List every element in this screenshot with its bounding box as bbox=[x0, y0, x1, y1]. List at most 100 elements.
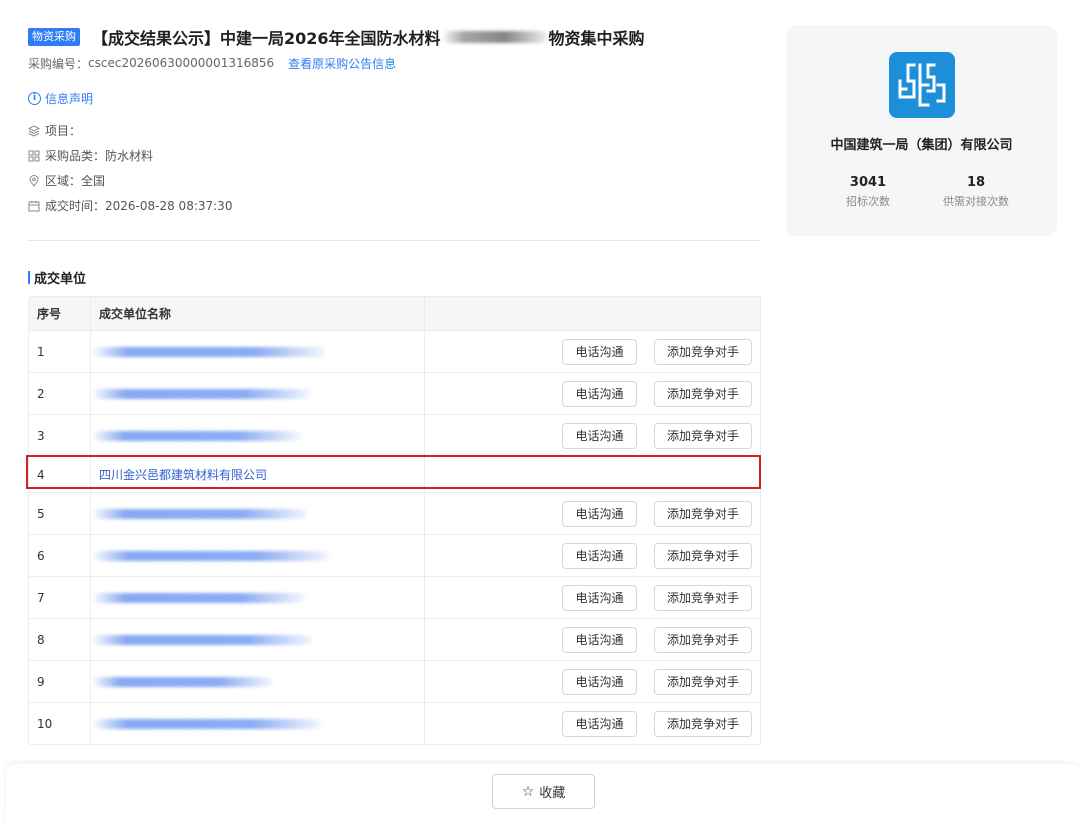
table-row: 10 电话沟通 添加竞争对手 bbox=[29, 703, 760, 744]
add-competitor-button[interactable]: 添加竞争对手 bbox=[654, 584, 752, 611]
row-index: 10 bbox=[29, 703, 91, 744]
attr-region: 区域：全国 bbox=[28, 168, 232, 193]
attr-category-text: 采购品类：防水材料 bbox=[45, 149, 154, 163]
location-pin-icon bbox=[29, 174, 39, 187]
favorite-label: 收藏 bbox=[539, 786, 566, 801]
call-button[interactable]: 电话沟通 bbox=[562, 626, 637, 653]
row-index: 1 bbox=[29, 331, 91, 372]
header-actions bbox=[425, 297, 760, 330]
attr-project: 项目： bbox=[28, 118, 232, 143]
bid-count: 3041 bbox=[849, 175, 887, 190]
table-row: 8 电话沟通 添加竞争对手 bbox=[29, 619, 760, 661]
supply-count-stat: 18 供需对接次数 bbox=[921, 175, 1031, 209]
row-actions: 电话沟通 添加竞争对手 bbox=[425, 535, 760, 576]
page: 物资采购 【成交结果公示】中建一局2026年全国防水材料 物资集中采购 采购编号… bbox=[0, 0, 1080, 824]
table-header: 序号 成交单位名称 bbox=[29, 297, 760, 331]
section-title: 成交单位 bbox=[28, 268, 87, 287]
call-button[interactable]: 电话沟通 bbox=[562, 584, 637, 611]
row-index: 8 bbox=[29, 619, 91, 660]
row-actions: 电话沟通 添加竞争对手 bbox=[425, 661, 760, 702]
row-actions: 电话沟通 添加竞争对手 bbox=[425, 493, 760, 534]
row-index: 2 bbox=[29, 373, 91, 414]
company-link[interactable]: 四川金兴邑都建筑材料有限公司 bbox=[99, 466, 267, 483]
bid-count-stat: 3041 招标次数 bbox=[813, 175, 923, 209]
page-title-tail: 物资集中采购 bbox=[548, 29, 645, 48]
calendar-icon bbox=[28, 200, 40, 211]
row-name-redacted bbox=[91, 415, 425, 456]
supply-count: 18 bbox=[966, 175, 986, 190]
view-original-link[interactable]: 查看原采购公告信息 bbox=[288, 55, 396, 72]
bottom-bar: ☆ 收藏 bbox=[6, 764, 1080, 824]
add-competitor-button[interactable]: 添加竞争对手 bbox=[654, 338, 752, 365]
add-competitor-button[interactable]: 添加竞争对手 bbox=[654, 422, 752, 449]
add-competitor-button[interactable]: 添加竞争对手 bbox=[654, 668, 752, 695]
row-actions: 电话沟通 添加竞争对手 bbox=[425, 619, 760, 660]
call-button[interactable]: 电话沟通 bbox=[562, 710, 637, 737]
row-actions: 电话沟通 添加竞争对手 bbox=[425, 577, 760, 618]
row-name-redacted bbox=[91, 703, 425, 744]
attr-category: 采购品类：防水材料 bbox=[28, 143, 232, 168]
declaration-label: 信息声明 bbox=[45, 91, 94, 106]
row-name: 四川金兴邑都建筑材料有限公司 bbox=[91, 457, 425, 492]
call-button[interactable]: 电话沟通 bbox=[562, 380, 637, 407]
add-competitor-button[interactable]: 添加竞争对手 bbox=[654, 542, 752, 569]
call-button[interactable]: 电话沟通 bbox=[562, 422, 637, 449]
table-row: 2 电话沟通 添加竞争对手 bbox=[29, 373, 760, 415]
table-row: 5 电话沟通 添加竞争对手 bbox=[29, 493, 760, 535]
attr-deal-time: 成交时间：2026-08-28 08:37:30 bbox=[28, 193, 232, 218]
grid-icon bbox=[28, 150, 40, 161]
row-name-redacted bbox=[91, 619, 425, 660]
row-actions: 电话沟通 添加竞争对手 bbox=[425, 331, 760, 372]
table-row: 9 电话沟通 添加竞争对手 bbox=[29, 661, 760, 703]
row-name-redacted bbox=[91, 373, 425, 414]
call-button[interactable]: 电话沟通 bbox=[562, 668, 637, 695]
serial-row: 采购编号： cscec20260630000001316856 查看原采购公告信… bbox=[28, 54, 396, 72]
company-card: 中国建筑一局（集团）有限公司 3041 招标次数 18 供需对接次数 bbox=[786, 25, 1057, 236]
divider bbox=[28, 240, 760, 241]
table-row: 6 电话沟通 添加竞争对手 bbox=[29, 535, 760, 577]
row-actions: 电话沟通 添加竞争对手 bbox=[425, 373, 760, 414]
company-logo bbox=[889, 52, 955, 118]
row-name-redacted bbox=[91, 535, 425, 576]
table-row: 4 四川金兴邑都建筑材料有限公司 bbox=[29, 457, 760, 493]
page-title: 【成交结果公示】中建一局2026年全国防水材料 bbox=[92, 29, 441, 48]
row-actions: 电话沟通 添加竞争对手 bbox=[425, 415, 760, 456]
attribute-list: 项目： 采购品类：防水材料 区域：全国 成交时间：2026-08-28 08:3… bbox=[28, 118, 232, 218]
serial-number: cscec20260630000001316856 bbox=[88, 56, 275, 70]
serial-label: 采购编号： bbox=[28, 56, 89, 71]
add-competitor-button[interactable]: 添加竞争对手 bbox=[654, 380, 752, 407]
add-competitor-button[interactable]: 添加竞争对手 bbox=[654, 710, 752, 737]
table-row: 1 电话沟通 添加竞争对手 bbox=[29, 331, 760, 373]
cscec-logo-icon bbox=[898, 63, 946, 107]
row-index: 9 bbox=[29, 661, 91, 702]
add-competitor-button[interactable]: 添加竞争对手 bbox=[654, 500, 752, 527]
call-button[interactable]: 电话沟通 bbox=[562, 338, 637, 365]
section-bar bbox=[28, 270, 30, 284]
title-redacted bbox=[442, 31, 547, 43]
star-icon: ☆ bbox=[521, 783, 535, 800]
row-name-redacted bbox=[91, 493, 425, 534]
row-name-redacted bbox=[91, 577, 425, 618]
attr-deal-time-text: 成交时间：2026-08-28 08:37:30 bbox=[45, 199, 233, 213]
favorite-button[interactable]: ☆ 收藏 bbox=[492, 774, 595, 809]
call-button[interactable]: 电话沟通 bbox=[562, 500, 637, 527]
header-name: 成交单位名称 bbox=[91, 297, 425, 330]
category-tag: 物资采购 bbox=[28, 28, 80, 46]
info-icon: i bbox=[28, 91, 41, 105]
row-actions: 电话沟通 添加竞争对手 bbox=[425, 703, 760, 744]
row-index: 5 bbox=[29, 493, 91, 534]
title-row: 物资采购 【成交结果公示】中建一局2026年全国防水材料 物资集中采购 bbox=[28, 24, 645, 50]
row-index: 3 bbox=[29, 415, 91, 456]
attr-project-text: 项目： bbox=[45, 124, 82, 138]
call-button[interactable]: 电话沟通 bbox=[562, 542, 637, 569]
row-name-redacted bbox=[91, 661, 425, 702]
section-title-text: 成交单位 bbox=[34, 271, 87, 287]
supply-count-label: 供需对接次数 bbox=[943, 195, 1009, 208]
add-competitor-button[interactable]: 添加竞争对手 bbox=[654, 626, 752, 653]
layers-icon bbox=[28, 124, 40, 137]
row-index: 7 bbox=[29, 577, 91, 618]
row-index: 4 bbox=[29, 457, 91, 492]
table-row: 7 电话沟通 添加竞争对手 bbox=[29, 577, 760, 619]
declaration-link[interactable]: i 信息声明 bbox=[28, 89, 93, 107]
row-name-redacted bbox=[91, 331, 425, 372]
